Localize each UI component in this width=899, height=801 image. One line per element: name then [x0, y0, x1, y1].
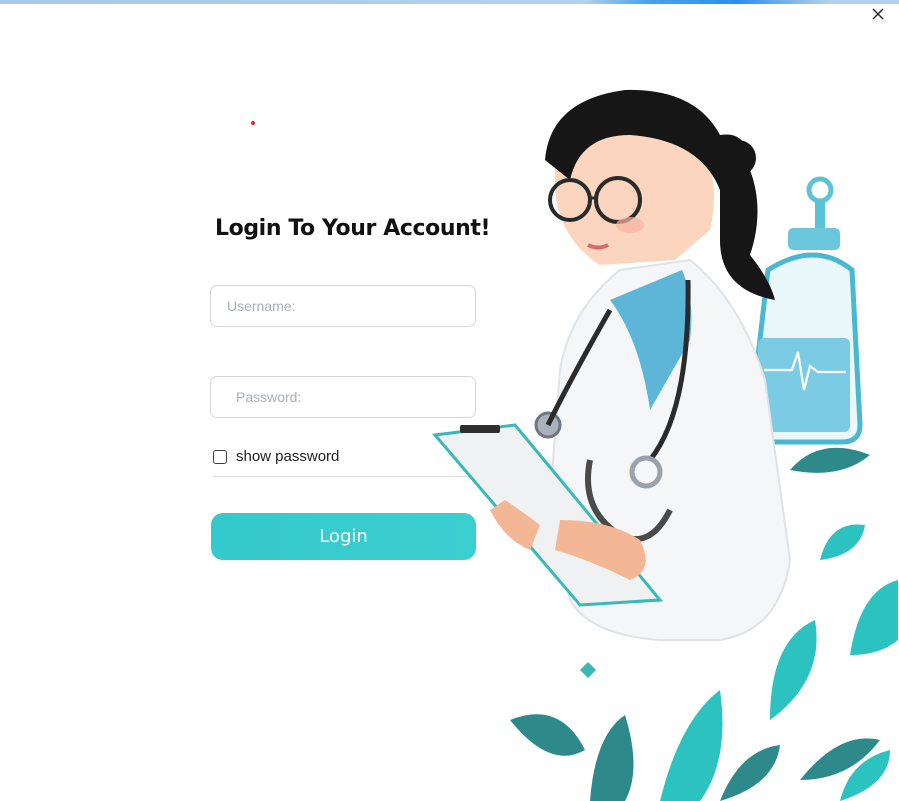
window-top-accent-bar: [0, 0, 899, 4]
doctor-illustration: [432, 89, 898, 801]
show-password-checkbox[interactable]: [213, 450, 227, 464]
show-password-label[interactable]: show password: [236, 448, 339, 466]
close-button[interactable]: [867, 4, 889, 24]
red-dot-marker: [251, 121, 255, 125]
close-icon: [872, 8, 884, 20]
